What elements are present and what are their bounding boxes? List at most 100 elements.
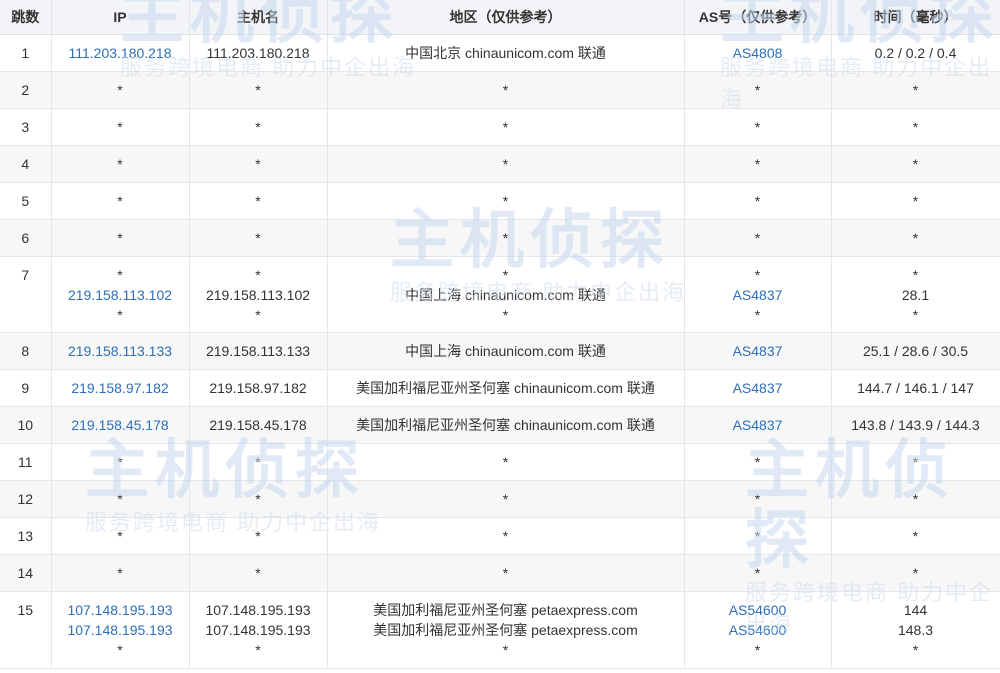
cell-host: *	[189, 219, 328, 257]
header-time: 时间（毫秒）	[831, 0, 1000, 35]
asn-link[interactable]: AS4837	[685, 378, 831, 398]
host-text: 219.158.97.182	[209, 380, 307, 396]
host-text: 107.148.195.193	[205, 602, 311, 618]
ip-text: *	[117, 642, 123, 658]
cell-time: *	[831, 108, 1000, 146]
cell-host: * 219.158.113.102 *	[189, 256, 328, 333]
cell-time: * 28.1 *	[831, 256, 1000, 333]
asn-text: *	[754, 82, 761, 98]
cell-hop: 7	[0, 256, 52, 333]
cell-asn: *	[684, 443, 832, 481]
asn-text: *	[754, 642, 761, 658]
asn-link[interactable]: AS4837	[685, 415, 831, 435]
table-row: 15 107.148.195.193 107.148.195.193 * 107.148…	[0, 591, 1000, 669]
host-text: *	[255, 491, 261, 507]
asn-text: *	[754, 454, 761, 470]
ip-link[interactable]: 219.158.45.178	[52, 415, 189, 435]
cell-asn: AS4808	[684, 34, 832, 72]
ip-link[interactable]: 107.148.195.193	[52, 600, 189, 620]
ip-link[interactable]: 219.158.97.182	[52, 378, 189, 398]
asn-link[interactable]: AS4808	[685, 43, 831, 63]
host-text: *	[255, 266, 261, 283]
region-text: *	[502, 82, 509, 98]
table-row: 1 111.203.180.218 111.203.180.218 中国北京 chin…	[0, 34, 1000, 72]
asn-text: *	[754, 193, 761, 209]
cell-hop: 11	[0, 443, 52, 481]
cell-hop: 2	[0, 71, 52, 109]
ip-link[interactable]: 219.158.113.133	[52, 341, 189, 361]
cell-region: *	[327, 554, 685, 592]
asn-text: *	[754, 528, 761, 544]
cell-asn: * AS4837 *	[684, 256, 832, 333]
cell-time: *	[831, 182, 1000, 220]
time-text: *	[912, 491, 919, 507]
cell-ip: *	[51, 554, 190, 592]
cell-time: 0.2 / 0.2 / 0.4	[831, 34, 1000, 72]
table-row: 10 219.158.45.178 219.158.45.178 美国加利福尼亚州圣何…	[0, 406, 1000, 444]
header-region: 地区（仅供参考）	[327, 0, 685, 35]
cell-host: *	[189, 145, 328, 183]
table-row: 8 219.158.113.133 219.158.113.133 中国上海 chin…	[0, 332, 1000, 370]
cell-host: *	[189, 480, 328, 518]
ip-text: *	[117, 306, 123, 323]
cell-region: 美国加利福尼亚州圣何塞 chinaunicom.com 联通	[327, 406, 685, 444]
ip-link[interactable]: 111.203.180.218	[52, 43, 189, 63]
asn-link[interactable]: AS54600	[685, 600, 831, 620]
host-text: 219.158.45.178	[209, 417, 307, 433]
cell-time: *	[831, 443, 1000, 481]
cell-ip: *	[51, 480, 190, 518]
asn-text: *	[754, 156, 761, 172]
region-text: *	[502, 491, 509, 507]
host-text: *	[255, 119, 261, 135]
cell-time: *	[831, 480, 1000, 518]
cell-hop: 15	[0, 591, 52, 669]
host-text: 107.148.195.193	[205, 622, 311, 638]
cell-hop: 14	[0, 554, 52, 592]
host-text: *	[255, 156, 261, 172]
ip-text: *	[117, 230, 123, 246]
time-text: 144	[903, 602, 928, 618]
region-text: 中国北京 chinaunicom.com 联通	[405, 45, 606, 61]
cell-asn: *	[684, 71, 832, 109]
cell-time: *	[831, 145, 1000, 183]
cell-asn: AS4837	[684, 406, 832, 444]
time-text: *	[912, 306, 919, 323]
asn-link[interactable]: AS4837	[685, 285, 831, 305]
cell-hop: 9	[0, 369, 52, 407]
region-text: *	[502, 565, 509, 581]
time-text: *	[912, 266, 919, 283]
ip-text: *	[117, 565, 123, 581]
host-text: *	[255, 193, 261, 209]
ip-link[interactable]: 107.148.195.193	[52, 620, 189, 640]
ip-link[interactable]: 219.158.113.102	[52, 285, 189, 305]
time-text: 148.3	[897, 622, 934, 638]
cell-ip: *	[51, 182, 190, 220]
region-text: *	[502, 454, 509, 470]
time-text: *	[912, 528, 919, 544]
asn-link[interactable]: AS4837	[685, 341, 831, 361]
cell-hop: 13	[0, 517, 52, 555]
table-row: 12 * * * * *	[0, 480, 1000, 518]
host-text: *	[255, 82, 261, 98]
table-row: 3 * * * * *	[0, 108, 1000, 146]
asn-link[interactable]: AS54600	[685, 620, 831, 640]
cell-host: 219.158.113.133	[189, 332, 328, 370]
asn-text: *	[754, 230, 761, 246]
host-text: *	[255, 306, 261, 323]
time-text: *	[912, 642, 919, 658]
cell-time: 143.8 / 143.9 / 144.3	[831, 406, 1000, 444]
cell-ip: *	[51, 443, 190, 481]
ip-text: *	[117, 82, 123, 98]
asn-text: *	[754, 491, 761, 507]
cell-ip: *	[51, 517, 190, 555]
ip-text: *	[117, 491, 123, 507]
cell-hop: 3	[0, 108, 52, 146]
cell-asn: *	[684, 182, 832, 220]
cell-region: *	[327, 182, 685, 220]
cell-time: *	[831, 219, 1000, 257]
header-host: 主机名	[189, 0, 328, 35]
table-header-row: 跳数 IP 主机名 地区（仅供参考） AS号（仅供参考） 时间（毫秒）	[0, 0, 1000, 35]
cell-time: 25.1 / 28.6 / 30.5	[831, 332, 1000, 370]
cell-region: 中国北京 chinaunicom.com 联通	[327, 34, 685, 72]
cell-ip: *	[51, 108, 190, 146]
